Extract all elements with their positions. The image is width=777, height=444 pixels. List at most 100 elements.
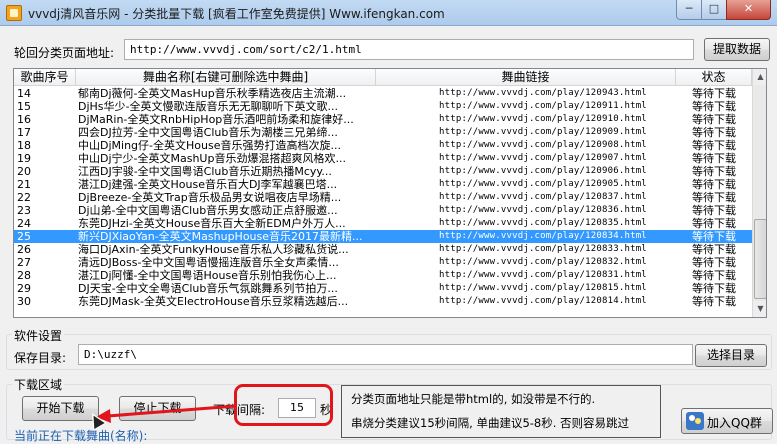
song-status-cell: 等待下载: [692, 113, 736, 126]
column-header-status[interactable]: 状态: [676, 69, 752, 86]
song-link-cell: http://www.vvvdj.com/play/120905.html: [439, 179, 647, 189]
song-status-cell: 等待下载: [692, 282, 736, 295]
table-row[interactable]: 16 DjMaRin-全英文RnbHipHop音乐酒吧前场柔和旋律好... http…: [14, 113, 752, 126]
song-link-cell: http://www.vvvdj.com/play/120911.html: [439, 101, 647, 111]
annotation-highlight: [234, 384, 333, 426]
song-list-table[interactable]: 歌曲序号 舞曲名称[右键可删除选中舞曲] 舞曲链接 状态 14 郁南Dj薇何-全英…: [13, 68, 767, 318]
song-status-cell: 等待下载: [692, 152, 736, 165]
song-status-cell: 等待下载: [692, 269, 736, 282]
hint-line-2: 串烧分类建议15秒间隔, 单曲建议5-8秒. 否则容易跳过: [351, 416, 630, 430]
table-header: 歌曲序号 舞曲名称[右键可删除选中舞曲] 舞曲链接 状态: [14, 69, 752, 86]
scroll-up-icon[interactable]: ▲: [753, 69, 766, 85]
song-number-cell: 28: [17, 269, 31, 282]
song-name-cell: DjBreeze-全英文Trap音乐极品男女说唱夜店早场精...: [78, 191, 342, 204]
song-number-cell: 19: [17, 152, 31, 165]
song-name-cell: Dj山弟-全中文国粤语Club音乐男女感动正点舒服邀...: [78, 204, 338, 217]
source-url-label: 轮回分类页面地址:: [14, 46, 115, 60]
song-name-cell: 四会DJ拉芳-全中文国粤语Club音乐为潮楼三兄弟缔...: [78, 126, 338, 139]
song-status-cell: 等待下载: [692, 191, 736, 204]
song-link-cell: http://www.vvvdj.com/play/120815.html: [439, 283, 647, 293]
table-row[interactable]: 15 DjHs华少-全英文慢歌连版音乐无无聊聊听下英文歌... http://www…: [14, 100, 752, 113]
scroll-thumb[interactable]: [754, 219, 766, 299]
song-link-cell: http://www.vvvdj.com/play/120909.html: [439, 127, 647, 137]
column-header-link[interactable]: 舞曲链接: [376, 69, 676, 86]
fetch-data-button[interactable]: 提取数据: [704, 38, 770, 61]
table-row[interactable]: 24 东莞DJHzi-全英文House音乐百大全新EDM户外万人... http:/…: [14, 217, 752, 230]
song-link-cell: http://www.vvvdj.com/play/120906.html: [439, 166, 647, 176]
hint-line-1: 分类页面地址只能是带html的, 如没带是不行的.: [351, 392, 596, 406]
song-name-cell: DjMaRin-全英文RnbHipHop音乐酒吧前场柔和旋律好...: [78, 113, 354, 126]
song-link-cell: http://www.vvvdj.com/play/120908.html: [439, 140, 647, 150]
maximize-button[interactable]: □: [701, 0, 727, 20]
hint-box: 分类页面地址只能是带html的, 如没带是不行的. 串烧分类建议15秒间隔, 单…: [341, 385, 661, 438]
table-row[interactable]: 25 新兴DJXiaoYan-全英文MashupHouse音乐2017最新精...…: [14, 230, 752, 243]
song-number-cell: 25: [17, 230, 31, 243]
table-row[interactable]: 19 中山Dj宁少-全英文MashUp音乐劲爆混搭超爽风格欢... http://w…: [14, 152, 752, 165]
song-name-cell: 中山DjMing仔-全英文House音乐强势打造高档次旋...: [78, 139, 341, 152]
qq-icon: [686, 412, 704, 430]
song-link-cell: http://www.vvvdj.com/play/120831.html: [439, 270, 647, 280]
song-name-cell: 海口DjAxin-全英文FunkyHouse音乐私人珍藏私货说...: [78, 243, 349, 256]
song-link-cell: http://www.vvvdj.com/play/120837.html: [439, 192, 647, 202]
song-number-cell: 16: [17, 113, 31, 126]
song-number-cell: 22: [17, 191, 31, 204]
song-number-cell: 29: [17, 282, 31, 295]
song-number-cell: 24: [17, 217, 31, 230]
song-number-cell: 17: [17, 126, 31, 139]
song-number-cell: 30: [17, 295, 31, 308]
song-number-cell: 27: [17, 256, 31, 269]
song-status-cell: 等待下载: [692, 204, 736, 217]
table-row[interactable]: 23 Dj山弟-全中文国粤语Club音乐男女感动正点舒服邀... http://ww…: [14, 204, 752, 217]
table-row[interactable]: 14 郁南Dj薇何-全英文MasHup音乐秋季精选夜店主流潮... http://w…: [14, 87, 752, 100]
song-link-cell: http://www.vvvdj.com/play/120834.html: [439, 231, 647, 241]
table-row[interactable]: 29 DJ天宝-全中文全粤语Club音乐气氛跳舞系列节拍万... http://ww…: [14, 282, 752, 295]
title-bar: vvvdj清风音乐网 - 分类批量下载 [疯看工作室免费提供] Www.ifen…: [0, 0, 777, 26]
column-header-number[interactable]: 歌曲序号: [14, 69, 76, 86]
download-group-title: 下载区域: [12, 376, 65, 393]
song-name-cell: 新兴DJXiaoYan-全英文MashupHouse音乐2017最新精...: [78, 230, 363, 243]
song-status-cell: 等待下载: [692, 256, 736, 269]
table-row[interactable]: 27 清远DJBoss-全中文国粤语慢摇连版音乐全女声柔情... http://ww…: [14, 256, 752, 269]
table-row[interactable]: 22 DjBreeze-全英文Trap音乐极品男女说唱夜店早场精... http:/…: [14, 191, 752, 204]
settings-group-title: 软件设置: [12, 327, 65, 344]
choose-dir-button[interactable]: 选择目录: [695, 344, 767, 367]
song-name-cell: 湛江Dj阿懂-全中文国粤语House音乐别怕我伤心上...: [78, 269, 337, 282]
join-qq-group-button[interactable]: 加入QQ群: [681, 408, 773, 434]
column-header-name[interactable]: 舞曲名称[右键可删除选中舞曲]: [76, 69, 376, 86]
table-row[interactable]: 17 四会DJ拉芳-全中文国粤语Club音乐为潮楼三兄弟缔... http://ww…: [14, 126, 752, 139]
song-name-cell: 郁南Dj薇何-全英文MasHup音乐秋季精选夜店主流潮...: [78, 87, 347, 100]
song-link-cell: http://www.vvvdj.com/play/120907.html: [439, 153, 647, 163]
song-status-cell: 等待下载: [692, 87, 736, 100]
song-status-cell: 等待下载: [692, 165, 736, 178]
song-status-cell: 等待下载: [692, 126, 736, 139]
song-number-cell: 18: [17, 139, 31, 152]
save-dir-input[interactable]: D:\uzzf\: [78, 344, 693, 365]
song-number-cell: 14: [17, 87, 31, 100]
close-button[interactable]: ✕: [726, 0, 771, 20]
song-number-cell: 20: [17, 165, 31, 178]
song-number-cell: 15: [17, 100, 31, 113]
song-link-cell: http://www.vvvdj.com/play/120833.html: [439, 244, 647, 254]
table-row[interactable]: 28 湛江Dj阿懂-全中文国粤语House音乐别怕我伤心上... http://ww…: [14, 269, 752, 282]
table-scrollbar[interactable]: ▲ ▼: [752, 69, 766, 317]
minimize-button[interactable]: ─: [676, 0, 702, 20]
table-row[interactable]: 21 湛江Dj建强-全英文House音乐百大DJ李军越襄巴塔... http://w…: [14, 178, 752, 191]
stop-download-button[interactable]: 停止下载: [119, 396, 196, 421]
table-row[interactable]: 18 中山DjMing仔-全英文House音乐强势打造高档次旋... http://…: [14, 139, 752, 152]
song-link-cell: http://www.vvvdj.com/play/120814.html: [439, 296, 647, 306]
song-link-cell: http://www.vvvdj.com/play/120943.html: [439, 88, 647, 98]
song-status-cell: 等待下载: [692, 295, 736, 308]
song-link-cell: http://www.vvvdj.com/play/120832.html: [439, 257, 647, 267]
song-name-cell: 江西DJ宇骏-全中文国粤语Club音乐近期热播Mcyy...: [78, 165, 332, 178]
song-name-cell: 东莞DJHzi-全英文House音乐百大全新EDM户外万人...: [78, 217, 346, 230]
table-row[interactable]: 20 江西DJ宇骏-全中文国粤语Club音乐近期热播Mcyy... http://w…: [14, 165, 752, 178]
song-status-cell: 等待下载: [692, 100, 736, 113]
scroll-down-icon[interactable]: ▼: [753, 301, 766, 317]
song-link-cell: http://www.vvvdj.com/play/120910.html: [439, 114, 647, 124]
song-name-cell: 东莞DJMask-全英文ElectroHouse音乐豆浆精选越后...: [78, 295, 349, 308]
song-link-cell: http://www.vvvdj.com/play/120835.html: [439, 218, 647, 228]
table-row[interactable]: 26 海口DjAxin-全英文FunkyHouse音乐私人珍藏私货说... http…: [14, 243, 752, 256]
table-row[interactable]: 30 东莞DJMask-全英文ElectroHouse音乐豆浆精选越后... htt…: [14, 295, 752, 308]
source-url-input[interactable]: http://www.vvvdj.com/sort/c2/1.html: [124, 39, 694, 60]
song-number-cell: 21: [17, 178, 31, 191]
